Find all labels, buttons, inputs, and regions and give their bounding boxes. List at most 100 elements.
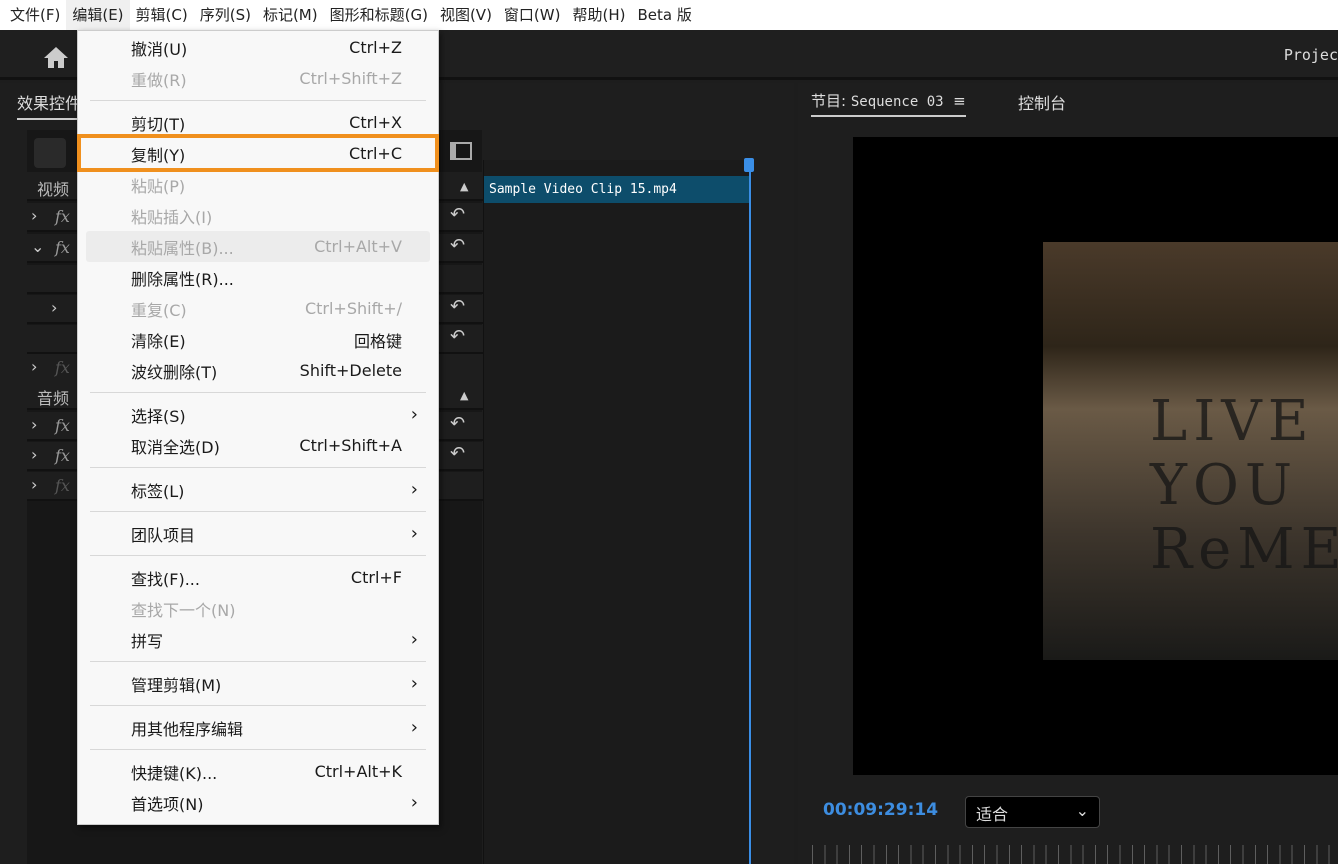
menu-item[interactable]: 粘贴(P) bbox=[78, 169, 438, 200]
menu-item[interactable]: 清除(E) 回格键 bbox=[78, 324, 438, 355]
menubar-item[interactable]: 帮助(H) bbox=[566, 0, 631, 30]
menu-item-label: 清除(E) bbox=[131, 331, 186, 351]
fx-icon[interactable]: fx bbox=[55, 207, 70, 226]
reset-icon[interactable]: ↶ bbox=[450, 204, 465, 225]
mini-timeline bbox=[483, 160, 752, 864]
section-label: 音频 bbox=[37, 389, 70, 408]
project-title: Projec bbox=[1283, 46, 1338, 64]
fx-icon[interactable]: fx bbox=[55, 358, 70, 377]
panel-toggle-icon[interactable] bbox=[450, 142, 472, 160]
zoom-fit-select[interactable]: 适合 ⌄ bbox=[965, 796, 1100, 828]
menu-item[interactable]: 粘贴属性(B)... Ctrl+Alt+V bbox=[86, 231, 430, 262]
fit-value: 适合 bbox=[976, 805, 1009, 824]
menu-separator bbox=[78, 386, 438, 399]
menu-item[interactable]: 粘贴插入(I) bbox=[78, 200, 438, 231]
chevron-right-icon[interactable]: › bbox=[31, 475, 37, 494]
chevron-right-icon[interactable]: › bbox=[31, 357, 37, 376]
menu-item[interactable]: 用其他程序编辑 › bbox=[78, 712, 438, 743]
menu-separator bbox=[78, 743, 438, 756]
menubar-item[interactable]: 序列(S) bbox=[194, 0, 257, 30]
menu-item-label: 粘贴插入(I) bbox=[131, 207, 213, 227]
reset-icon[interactable]: ↶ bbox=[450, 413, 465, 434]
menu-separator bbox=[78, 699, 438, 712]
menu-item-label: 团队项目 bbox=[131, 525, 196, 545]
playhead[interactable] bbox=[749, 160, 751, 864]
menu-item-label: 撤消(U) bbox=[131, 39, 188, 59]
menu-item[interactable]: 拼写 › bbox=[78, 624, 438, 655]
collapse-icon[interactable]: ▲ bbox=[460, 389, 468, 402]
highlight-box bbox=[77, 134, 439, 172]
menubar-item[interactable]: 文件(F) bbox=[4, 0, 66, 30]
menubar-item[interactable]: Beta 版 bbox=[631, 0, 697, 30]
menu-item-shortcut: Ctrl+Shift+/ bbox=[304, 299, 402, 318]
menu-item[interactable]: 标签(L) › bbox=[78, 474, 438, 505]
tab-program[interactable]: 节目: Sequence 03 ≡ bbox=[811, 90, 966, 117]
menu-item-shortcut: Ctrl+X bbox=[349, 113, 402, 132]
menu-item[interactable]: 选择(S) › bbox=[78, 399, 438, 430]
menu-item[interactable]: 团队项目 › bbox=[78, 518, 438, 549]
menu-item-shortcut: Shift+Delete bbox=[299, 361, 402, 380]
reset-icon[interactable]: ↶ bbox=[450, 296, 465, 317]
menubar-item[interactable]: 视图(V) bbox=[434, 0, 498, 30]
chevron-right-icon[interactable]: › bbox=[31, 415, 37, 434]
clip-icon[interactable] bbox=[34, 138, 66, 168]
clip-bar[interactable]: Sample Video Clip 15.mp4 bbox=[484, 176, 750, 203]
chevron-right-icon[interactable]: › bbox=[31, 206, 37, 225]
menu-item-label: 查找下一个(N) bbox=[131, 600, 236, 620]
menu-item-shortcut: Ctrl+Shift+A bbox=[299, 436, 402, 455]
menu-item-label: 剪切(T) bbox=[131, 114, 186, 134]
menu-item-label: 标签(L) bbox=[131, 481, 185, 501]
chevron-right-icon: › bbox=[410, 404, 418, 425]
menu-item[interactable]: 首选项(N) › bbox=[78, 787, 438, 818]
menu-item[interactable]: 波纹删除(T) Shift+Delete bbox=[78, 355, 438, 386]
reset-icon[interactable]: ↶ bbox=[450, 235, 465, 256]
menubar-item[interactable]: 窗口(W) bbox=[498, 0, 567, 30]
chevron-right-icon: › bbox=[410, 717, 418, 738]
reset-icon[interactable]: ↶ bbox=[450, 443, 465, 464]
playhead-handle[interactable] bbox=[744, 158, 754, 172]
menu-item[interactable]: 管理剪辑(M) › bbox=[78, 668, 438, 699]
menubar-item[interactable]: 标记(M) bbox=[257, 0, 324, 30]
chevron-down-icon[interactable]: ⌄ bbox=[31, 237, 44, 256]
timecode[interactable]: 00:09:29:14 bbox=[823, 800, 938, 820]
menu-item[interactable]: 取消全选(D) Ctrl+Shift+A bbox=[78, 430, 438, 461]
menu-item[interactable]: 重做(R) Ctrl+Shift+Z bbox=[78, 63, 438, 94]
menubar-item[interactable]: 编辑(E) bbox=[66, 0, 130, 30]
menu-item-label: 粘贴属性(B)... bbox=[131, 238, 234, 258]
tab-effect-controls[interactable]: 效果控件 bbox=[17, 90, 82, 120]
chevron-right-icon: › bbox=[410, 479, 418, 500]
menu-item-label: 管理剪辑(M) bbox=[131, 675, 222, 695]
menu-item[interactable]: 删除属性(R)... bbox=[78, 262, 438, 293]
menu-item-label: 重复(C) bbox=[131, 300, 187, 320]
menubar-item[interactable]: 剪辑(C) bbox=[130, 0, 194, 30]
menu-item-label: 重做(R) bbox=[131, 70, 187, 90]
fx-icon[interactable]: fx bbox=[55, 446, 70, 465]
menu-item-label: 拼写 bbox=[131, 631, 164, 651]
sequence-name: Sequence 03 bbox=[850, 94, 944, 110]
menubar-item[interactable]: 图形和标题(G) bbox=[324, 0, 434, 30]
menu-item-shortcut: Ctrl+Z bbox=[349, 38, 402, 57]
tab-console[interactable]: 控制台 bbox=[1018, 90, 1066, 114]
collapse-icon[interactable]: ▲ bbox=[460, 180, 468, 193]
menu-item[interactable]: 查找(F)... Ctrl+F bbox=[78, 562, 438, 593]
menu-icon[interactable]: ≡ bbox=[948, 92, 966, 110]
menu-item[interactable]: 快捷键(K)... Ctrl+Alt+K bbox=[78, 756, 438, 787]
menu-item-label: 取消全选(D) bbox=[131, 437, 220, 457]
home-icon[interactable] bbox=[40, 44, 72, 70]
menu-separator bbox=[78, 461, 438, 474]
chevron-right-icon[interactable]: › bbox=[51, 298, 57, 317]
chevron-right-icon: › bbox=[410, 792, 418, 813]
fx-icon[interactable]: fx bbox=[55, 238, 70, 257]
menu-item[interactable]: 查找下一个(N) bbox=[78, 593, 438, 624]
fx-icon[interactable]: fx bbox=[55, 476, 70, 495]
video-grafitti: LIVE YOU ReME bbox=[1150, 389, 1338, 582]
menu-item-label: 删除属性(R)... bbox=[131, 269, 234, 289]
chevron-right-icon[interactable]: › bbox=[31, 445, 37, 464]
menu-item[interactable]: 重复(C) Ctrl+Shift+/ bbox=[78, 293, 438, 324]
reset-icon[interactable]: ↶ bbox=[450, 326, 465, 347]
fx-icon[interactable]: fx bbox=[55, 416, 70, 435]
menu-item-label: 快捷键(K)... bbox=[131, 763, 218, 783]
menu-item[interactable]: 撤消(U) Ctrl+Z bbox=[78, 32, 438, 63]
menu-item-label: 用其他程序编辑 bbox=[131, 719, 244, 739]
time-ruler[interactable] bbox=[812, 845, 1338, 864]
